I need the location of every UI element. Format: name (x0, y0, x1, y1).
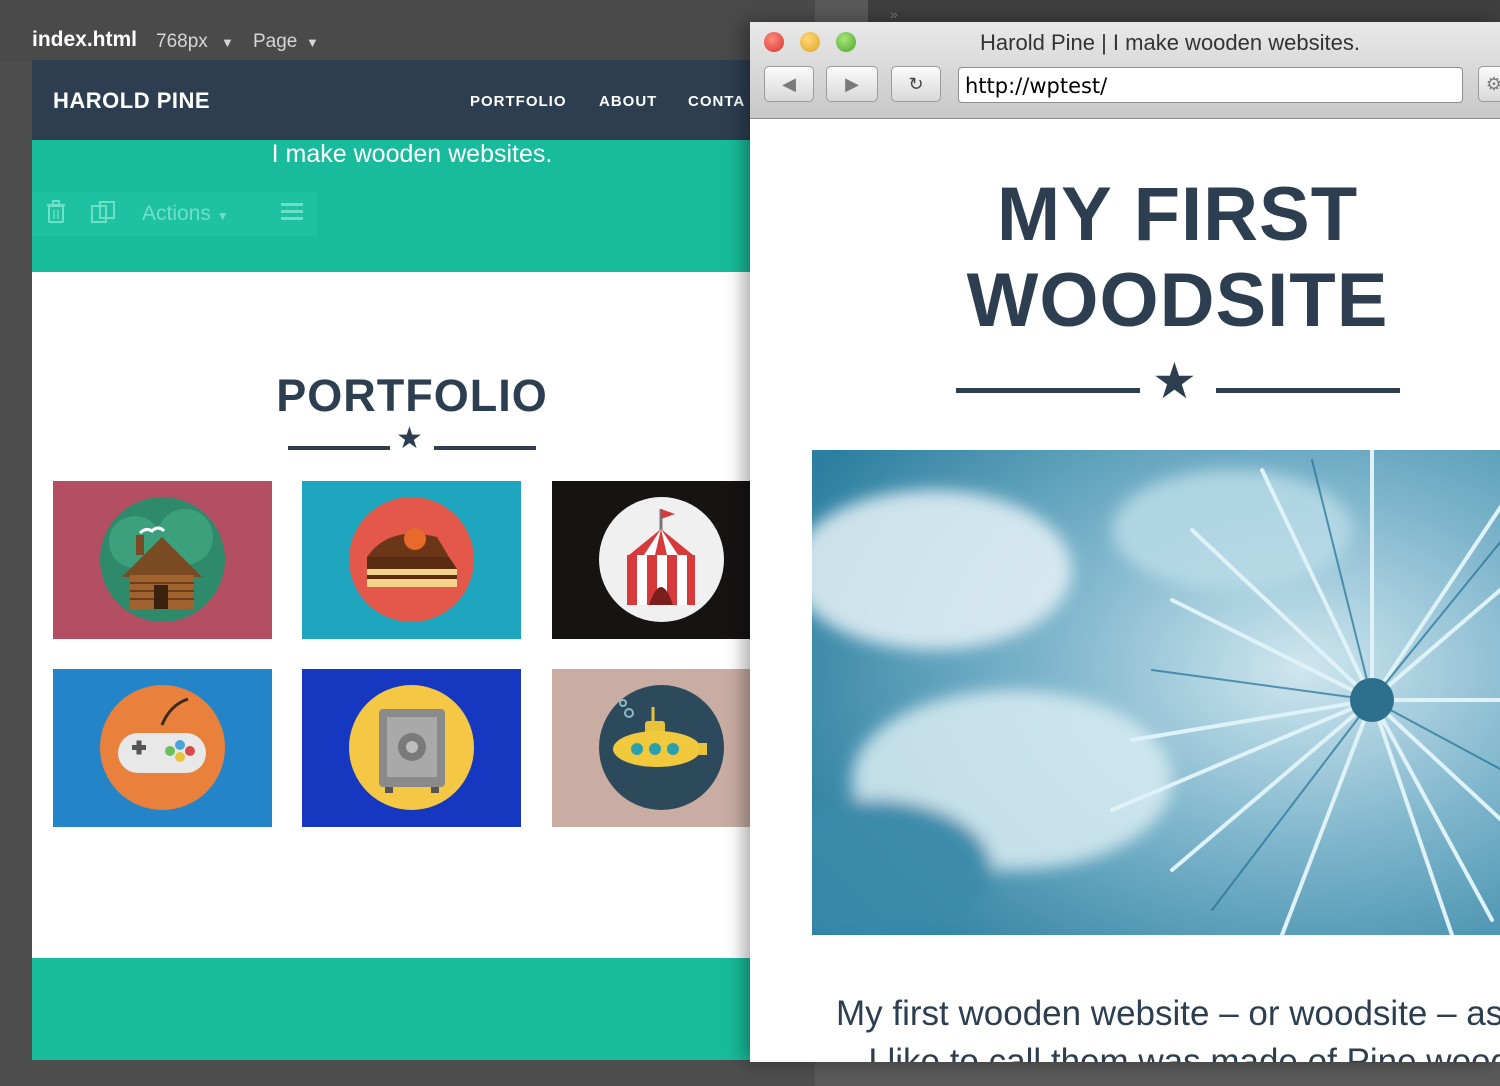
file-name[interactable]: index.html (32, 28, 137, 52)
cake-icon (349, 497, 474, 622)
portfolio-item-controller[interactable] (53, 669, 272, 827)
submarine-icon (599, 685, 724, 810)
divider-line (956, 388, 1140, 393)
actions-label: Actions (142, 202, 211, 225)
page-canvas: HAROLD PINE PORTFOLIO ABOUT CONTA I make… (32, 60, 750, 1060)
portfolio-title: PORTFOLIO (276, 370, 548, 421)
expand-icon: » (890, 6, 898, 22)
star-icon: ★ (1152, 353, 1197, 409)
reload-button[interactable]: ↻ (891, 66, 941, 102)
editor-toolbar: index.html 768px ▼ Page ▼ (0, 0, 815, 62)
divider-line (1216, 388, 1400, 393)
back-button[interactable]: ◀ (764, 66, 814, 102)
forward-button[interactable]: ▶ (826, 66, 878, 102)
game-controller-icon (100, 685, 225, 810)
chevron-down-icon: ▼ (216, 209, 229, 223)
chevron-down-icon[interactable]: ▼ (306, 35, 319, 50)
safe-icon (349, 685, 474, 810)
duplicate-icon[interactable] (90, 200, 118, 232)
site-brand[interactable]: HAROLD PINE (53, 88, 210, 114)
nav-link-contact[interactable]: CONTA (688, 93, 745, 110)
address-bar[interactable]: http://wptest/ (958, 67, 1463, 103)
portfolio-item-circus[interactable] (552, 481, 750, 639)
hero-section: I make wooden websites. Actions ▼ (32, 140, 750, 272)
nav-link-portfolio[interactable]: PORTFOLIO (470, 93, 567, 110)
menu-icon[interactable] (281, 200, 303, 228)
portfolio-item-cake[interactable] (302, 481, 521, 639)
gear-icon: ⚙ (1485, 74, 1500, 94)
site-title: MY FIRST WOODSITE (750, 172, 1500, 344)
post-excerpt-line-2: I like to call them was made of Pine woo… (868, 1042, 1500, 1062)
portfolio-item-cabin[interactable] (53, 481, 272, 639)
star-icon: ★ (396, 422, 423, 455)
chevron-down-icon[interactable]: ▼ (221, 35, 234, 50)
maximize-icon[interactable] (836, 32, 856, 52)
site-title-line-1: MY FIRST (996, 172, 1359, 257)
divider-line (434, 446, 536, 450)
post-excerpt-line-1: My first wooden website – or woodsite – … (836, 994, 1500, 1033)
reload-icon: ↻ (908, 74, 924, 94)
close-icon[interactable] (764, 32, 784, 52)
minimize-icon[interactable] (800, 32, 820, 52)
url-text: http://wptest/ (965, 74, 1108, 98)
back-arrow-icon: ◀ (782, 74, 796, 94)
hero-image (752, 448, 1500, 940)
portfolio-item-safe[interactable] (302, 669, 521, 827)
page-dropdown[interactable]: Page (253, 31, 297, 53)
actions-dropdown[interactable]: Actions ▼ (142, 202, 229, 226)
cabin-icon (100, 497, 225, 622)
forward-arrow-icon: ▶ (845, 74, 859, 94)
background-window (868, 0, 1500, 22)
trash-icon[interactable] (46, 200, 66, 230)
browser-toolbar: Harold Pine | I make wooden websites. ◀ … (750, 22, 1500, 119)
site-navbar: HAROLD PINE PORTFOLIO ABOUT CONTA (32, 60, 750, 140)
browser-window: Harold Pine | I make wooden websites. ◀ … (750, 22, 1500, 1062)
hero-tagline: I make wooden websites. (271, 140, 553, 168)
settings-button[interactable]: ⚙ (1478, 66, 1500, 102)
block-toolbar: Actions ▼ (32, 192, 317, 236)
viewport-width-dropdown[interactable]: 768px (156, 31, 208, 53)
portfolio-item-submarine[interactable] (552, 669, 750, 827)
window-title: Harold Pine | I make wooden websites. (980, 30, 1360, 55)
editor-panel: index.html 768px ▼ Page ▼ HAROLD PINE PO… (0, 0, 815, 1086)
divider-line (288, 446, 390, 450)
nav-link-about[interactable]: ABOUT (599, 93, 657, 110)
footer-section (32, 958, 750, 1060)
circus-tent-icon (599, 497, 724, 622)
site-title-line-2: WOODSITE (966, 258, 1389, 343)
